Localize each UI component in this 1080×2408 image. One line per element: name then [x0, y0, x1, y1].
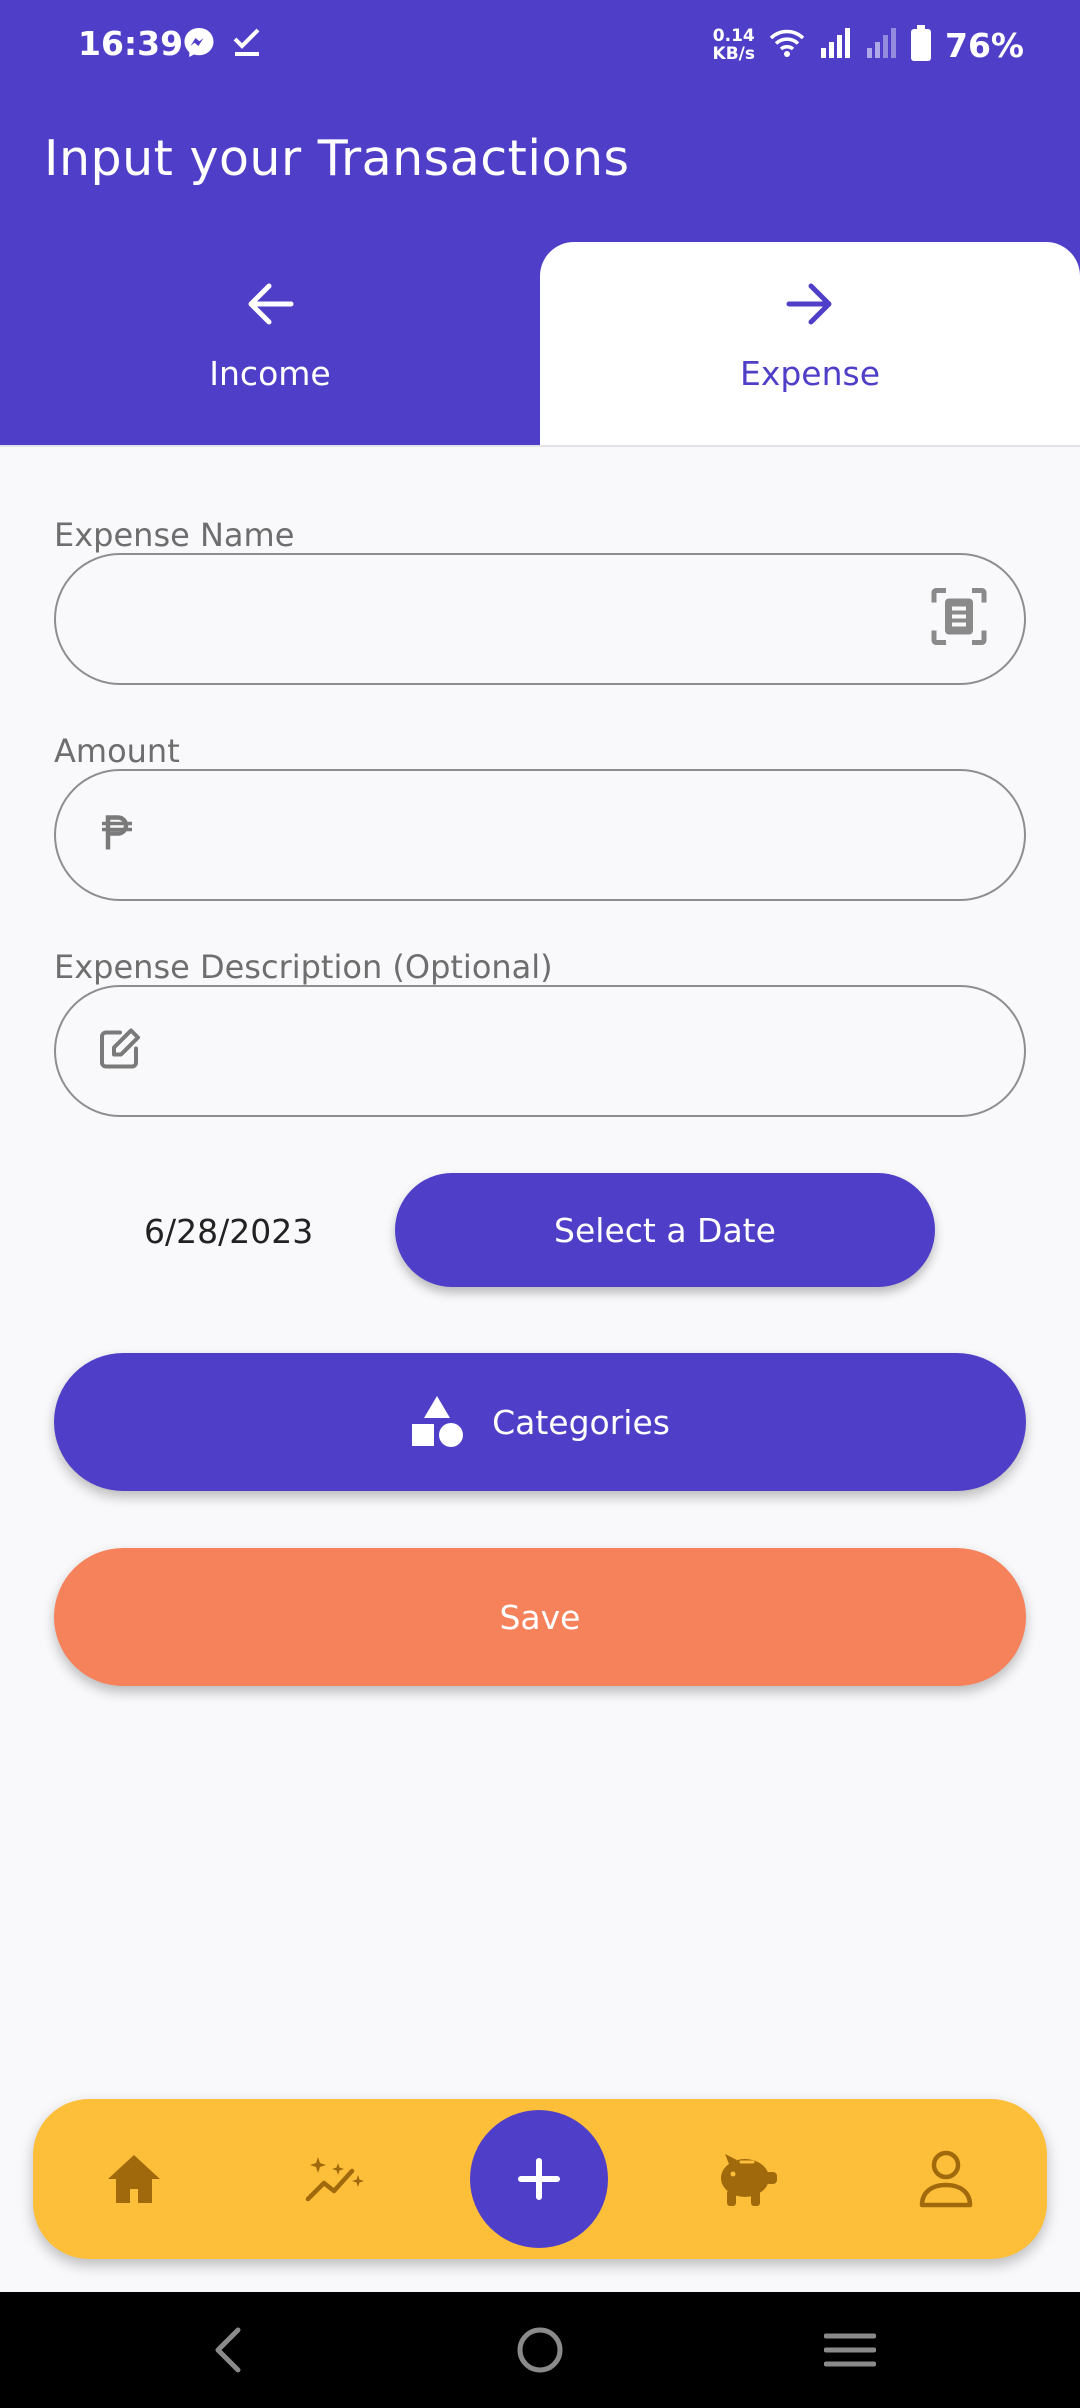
nav-home[interactable] [74, 2099, 194, 2259]
menu-icon [824, 2333, 876, 2367]
description-field[interactable] [54, 985, 1026, 1117]
back-icon [215, 2327, 241, 2373]
peso-icon [100, 814, 134, 857]
expense-name-field[interactable] [54, 553, 1026, 685]
shapes-icon [412, 1396, 464, 1447]
home-icon [108, 2155, 160, 2203]
categories-label: Categories [492, 1402, 670, 1442]
status-time: 16:39 [78, 24, 184, 63]
piggy-bank-icon [721, 2154, 777, 2206]
sparkle-trend-icon [305, 2157, 364, 2202]
selected-date: 6/28/2023 [144, 1212, 314, 1251]
network-speed-unit: KB/s [712, 44, 755, 64]
tab-expense-label: Expense [739, 354, 881, 393]
select-date-button[interactable]: Select a Date [395, 1173, 935, 1287]
system-menu-button[interactable] [790, 2292, 910, 2408]
nav-savings[interactable] [686, 2099, 806, 2259]
messenger-icon [182, 26, 216, 65]
app-header: 16:39 0.14 KB/s 76% Input your Transacti… [0, 0, 1080, 446]
expense-name-input[interactable] [96, 555, 876, 683]
signal-icon [819, 27, 851, 63]
save-button[interactable]: Save [54, 1548, 1026, 1686]
description-label: Expense Description (Optional) [54, 948, 553, 986]
profile-icon [919, 2150, 973, 2208]
expense-name-label: Expense Name [54, 516, 295, 554]
nav-insights[interactable] [276, 2099, 396, 2259]
home-circle-icon [517, 2327, 563, 2373]
network-speed-value: 0.14 [712, 26, 755, 46]
network-speed: 0.14 KB/s [713, 27, 755, 63]
amount-field[interactable] [54, 769, 1026, 901]
system-home-button[interactable] [480, 2292, 600, 2408]
amount-label: Amount [54, 732, 180, 770]
description-input[interactable] [166, 987, 946, 1115]
scan-receipt-icon[interactable] [930, 587, 988, 652]
bottom-navigation [33, 2099, 1047, 2259]
signal-weak-icon [865, 27, 897, 63]
nav-profile[interactable] [886, 2099, 1006, 2259]
arrow-left-icon [248, 283, 294, 325]
tab-income[interactable]: Income [0, 242, 540, 446]
categories-button[interactable]: Categories [54, 1353, 1026, 1491]
wifi-icon [769, 28, 805, 63]
system-back-button[interactable] [168, 2292, 288, 2408]
edit-icon [98, 1027, 142, 1076]
battery-percentage: 76% [945, 25, 1024, 65]
tab-expense[interactable]: Expense [540, 242, 1080, 446]
arrow-right-icon [786, 283, 832, 325]
battery-icon [911, 24, 931, 66]
add-icon [518, 2158, 560, 2200]
system-navigation-bar [0, 2292, 1080, 2408]
divider [0, 445, 1080, 447]
checkmark-icon [232, 26, 262, 63]
status-bar: 16:39 0.14 KB/s 76% [0, 0, 1080, 90]
page-title: Input your Transactions [44, 130, 630, 187]
tab-income-label: Income [209, 354, 331, 393]
add-transaction-button[interactable] [470, 2110, 608, 2248]
amount-input[interactable] [166, 771, 946, 899]
